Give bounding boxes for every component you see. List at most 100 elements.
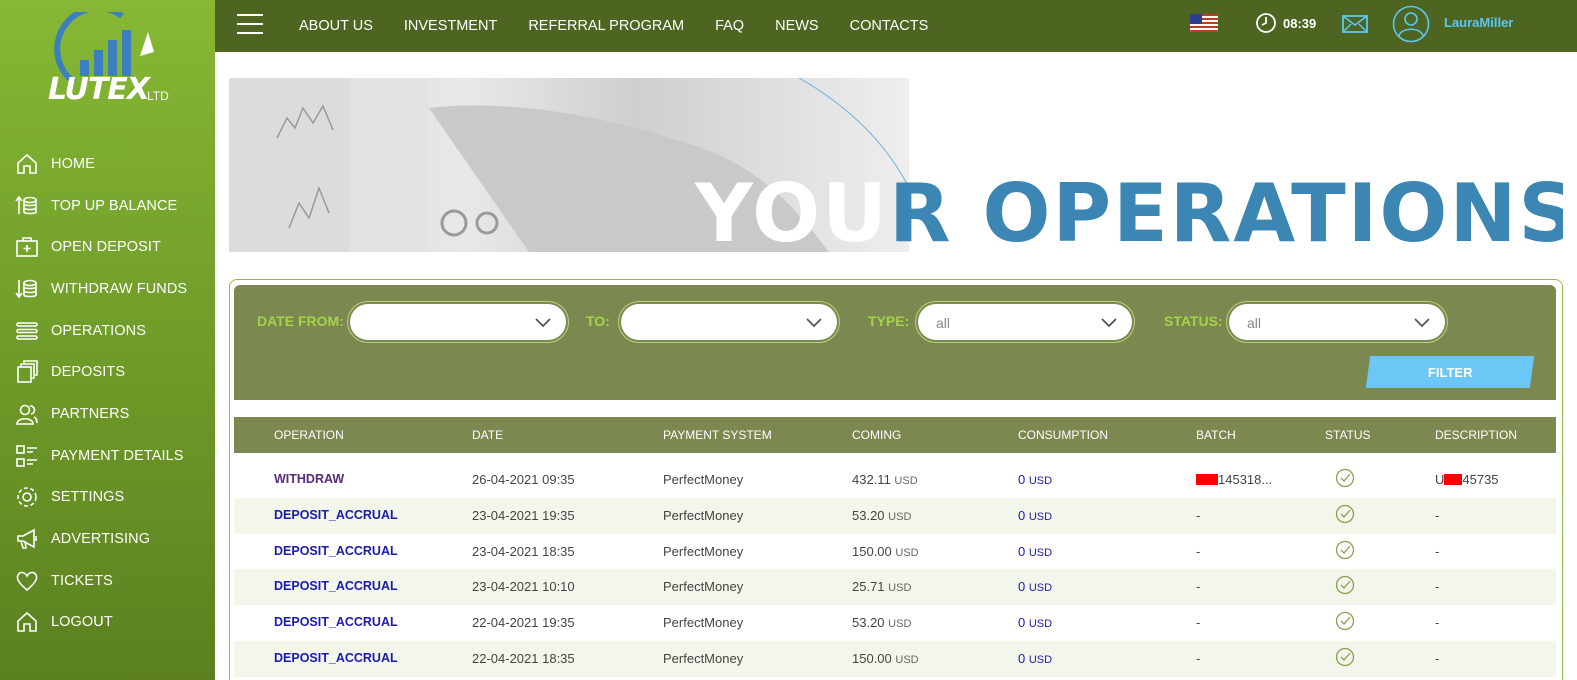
coming-amount: 53.20 USD (852, 615, 911, 630)
table-row: WITHDRAW 26-04-2021 09:35 PerfectMoney 4… (234, 462, 1556, 498)
coming-value: 432.11 (852, 472, 891, 487)
consumption-currency: USD (1028, 510, 1053, 523)
type-label: TYPE: (868, 313, 910, 329)
date-from-label: DATE FROM: (257, 313, 344, 329)
date-from-select[interactable] (347, 301, 569, 343)
redaction-mark (1444, 474, 1463, 486)
mail-icon[interactable] (1342, 13, 1368, 40)
clock-icon (1256, 13, 1276, 33)
consumption-amount: 0 USD (1018, 651, 1052, 666)
clock: 08:39 (1255, 12, 1316, 34)
heart-icon (14, 568, 40, 594)
coming-amount: 25.71 USD (852, 579, 911, 594)
filter-button[interactable]: FILTER (1365, 356, 1535, 388)
check-circle-icon (1335, 611, 1355, 636)
sidebar-item-label: WITHDRAW FUNDS (51, 280, 188, 297)
sidebar-item-payment-details[interactable]: PAYMENT DETAILS (0, 435, 215, 477)
nav-link-about-us[interactable]: ABOUT US (299, 18, 373, 34)
sidebar-item-operations[interactable]: OPERATIONS (0, 310, 215, 352)
type-select-value: all (936, 315, 951, 331)
coming-currency: USD (888, 582, 912, 595)
sidebar-item-home[interactable]: HOME (0, 143, 215, 185)
sidebar-item-label: TICKETS (51, 572, 113, 589)
batch-value: 145318... (1218, 472, 1273, 487)
table-row: DEPOSIT_ACCRUAL 22-04-2021 19:35 Perfect… (234, 605, 1556, 641)
date-to-select[interactable] (618, 301, 840, 343)
sidebar-item-label: PARTNERS (51, 405, 130, 422)
description-part-2: 45735 (1462, 472, 1499, 487)
sidebar-item-settings[interactable]: SETTINGS (0, 477, 215, 519)
consumption-value: 0 (1018, 507, 1026, 523)
coming-value: 150.00 (852, 543, 892, 559)
redaction-mark (1196, 474, 1218, 486)
coming-amount: 432.11 USD (852, 472, 918, 487)
filter-bar: DATE FROM: TO: TYPE: all STATUS: all FIL… (234, 285, 1556, 400)
column-header-date[interactable]: DATE (472, 428, 503, 442)
logo[interactable]: LUTEX LTD (44, 5, 174, 112)
page-title: YOUR OPERATIONS (695, 174, 1563, 253)
coming-currency: USD (895, 546, 919, 559)
operation-type[interactable]: DEPOSIT_ACCRUAL (274, 579, 398, 593)
column-header-payment-system[interactable]: PAYMENT SYSTEM (663, 428, 772, 442)
us-flag-icon[interactable] (1190, 14, 1218, 32)
batch-id: - (1196, 579, 1201, 595)
check-circle-icon (1335, 504, 1355, 529)
sidebar-item-label: ADVERTISING (51, 531, 151, 548)
batch-id: - (1196, 650, 1201, 666)
coming-currency: USD (895, 653, 919, 666)
sidebar-item-open-deposit[interactable]: OPEN DEPOSIT (0, 226, 215, 268)
sidebar-item-label: DEPOSITS (51, 364, 126, 381)
chevron-down-icon (1100, 313, 1118, 336)
column-header-description[interactable]: DESCRIPTION (1435, 428, 1517, 442)
withdraw-icon (14, 276, 40, 302)
coming-amount: 150.00 USD (852, 544, 919, 559)
status-select[interactable]: all (1226, 301, 1448, 343)
sidebar-item-withdraw-funds[interactable]: WITHDRAW FUNDS (0, 268, 215, 310)
nav-link-referral-program[interactable]: REFERRAL PROGRAM (528, 18, 684, 34)
consumption-amount: 0 USD (1018, 579, 1052, 594)
type-select[interactable]: all (915, 301, 1135, 343)
consumption-value: 0 (1018, 543, 1026, 559)
avatar[interactable] (1392, 5, 1430, 43)
sidebar-item-partners[interactable]: PARTNERS (0, 393, 215, 435)
payment-system: PerfectMoney (663, 650, 744, 666)
column-header-status[interactable]: STATUS (1325, 428, 1371, 442)
consumption-currency: USD (1028, 653, 1053, 666)
operation-type[interactable]: WITHDRAW (274, 472, 344, 486)
sidebar-item-logout[interactable]: LOGOUT (0, 602, 215, 644)
username-link[interactable]: LauraMiller (1444, 15, 1513, 30)
sidebar-item-label: TOP UP BALANCE (51, 197, 178, 214)
top-up-icon (14, 193, 40, 219)
batch-id: - (1196, 543, 1201, 559)
column-header-batch[interactable]: BATCH (1196, 428, 1236, 442)
column-header-coming[interactable]: COMING (852, 428, 901, 442)
page-title-part-2: R OPERATIONS (889, 167, 1563, 253)
operation-date: 23-04-2021 19:35 (472, 507, 575, 523)
operation-date: 23-04-2021 10:10 (472, 579, 575, 595)
coming-amount: 53.20 USD (852, 508, 911, 523)
nav-link-investment[interactable]: INVESTMENT (404, 18, 497, 34)
column-header-operation[interactable]: OPERATION (274, 428, 344, 442)
description: U 45735 (1435, 472, 1499, 487)
sidebar-item-tickets[interactable]: TICKETS (0, 560, 215, 602)
description-part-1: U (1435, 472, 1445, 487)
consumption-value: 0 (1018, 615, 1026, 631)
column-header-consumption[interactable]: CONSUMPTION (1018, 428, 1108, 442)
nav-link-news[interactable]: NEWS (775, 18, 819, 34)
nav-link-faq[interactable]: FAQ (715, 18, 744, 34)
table-row: DEPOSIT_ACCRUAL 23-04-2021 10:10 Perfect… (234, 569, 1556, 606)
menu-toggle-icon[interactable] (237, 14, 263, 36)
operation-date: 22-04-2021 18:35 (472, 650, 575, 666)
nav-link-contacts[interactable]: CONTACTS (850, 18, 929, 34)
operation-type[interactable]: DEPOSIT_ACCRUAL (274, 651, 398, 665)
consumption-amount: 0 USD (1018, 508, 1052, 523)
table-row: DEPOSIT_ACCRUAL 23-04-2021 19:35 Perfect… (234, 497, 1556, 534)
clock-time: 08:39 (1283, 15, 1317, 31)
operation-type[interactable]: DEPOSIT_ACCRUAL (274, 615, 398, 629)
sidebar-item-deposits[interactable]: DEPOSITS (0, 351, 215, 393)
operation-type[interactable]: DEPOSIT_ACCRUAL (274, 508, 398, 522)
sidebar-item-top-up-balance[interactable]: TOP UP BALANCE (0, 185, 215, 227)
description: - (1435, 615, 1440, 631)
sidebar-item-advertising[interactable]: ADVERTISING (0, 518, 215, 560)
operation-type[interactable]: DEPOSIT_ACCRUAL (274, 544, 398, 558)
